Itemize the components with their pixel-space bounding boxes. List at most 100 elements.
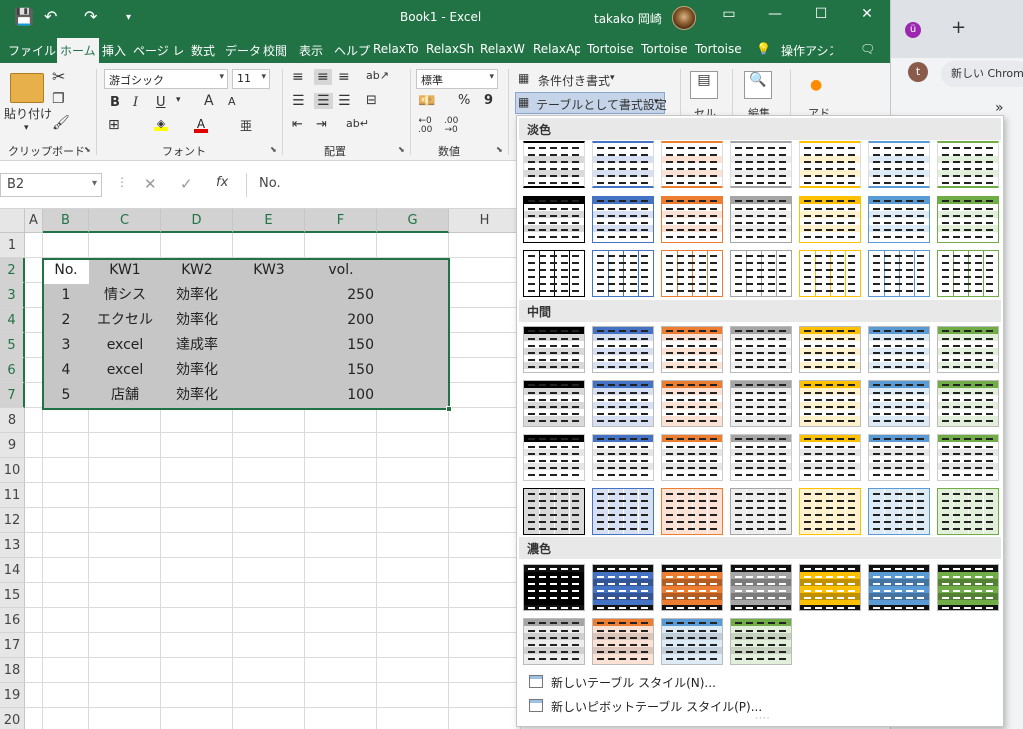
table-style-swatch[interactable] bbox=[730, 488, 792, 535]
tab-formulas[interactable]: 数式 bbox=[191, 42, 215, 59]
increase-decimal-icon[interactable]: ←0.00 bbox=[418, 117, 432, 135]
row-header-12[interactable]: 12 bbox=[0, 508, 25, 533]
align-bottom-icon[interactable]: ≡ bbox=[338, 69, 350, 85]
table-style-swatch[interactable] bbox=[523, 564, 585, 611]
tab-tortoise-1[interactable]: Tortoise bbox=[587, 42, 635, 56]
new-table-style-menu-item[interactable]: 新しいテーブル スタイル(N)... bbox=[521, 671, 991, 693]
profile-avatar[interactable]: t bbox=[908, 62, 928, 82]
conditional-formatting-icon[interactable]: ▦ bbox=[518, 71, 529, 85]
table-style-swatch[interactable] bbox=[799, 141, 861, 188]
format-as-table-button[interactable]: ▦ テーブルとして書式設定 ▾ bbox=[515, 92, 667, 114]
number-format-select[interactable]: 標準 bbox=[416, 69, 498, 89]
row-header-20[interactable]: 20 bbox=[0, 708, 25, 729]
phonetic-icon[interactable]: 亜 bbox=[240, 117, 252, 134]
new-tab-plus-icon[interactable]: + bbox=[951, 17, 966, 38]
user-name[interactable]: takako 岡崎 bbox=[594, 10, 662, 27]
table-style-swatch[interactable] bbox=[730, 434, 792, 481]
decrease-font-icon[interactable]: A bbox=[228, 95, 236, 108]
user-avatar[interactable] bbox=[672, 6, 696, 30]
tab-home[interactable]: ホーム bbox=[57, 38, 99, 63]
table-style-swatch[interactable] bbox=[661, 326, 723, 373]
table-style-swatch[interactable] bbox=[868, 196, 930, 243]
table-style-swatch[interactable] bbox=[592, 196, 654, 243]
table-style-swatch[interactable] bbox=[868, 250, 930, 297]
row-header-17[interactable]: 17 bbox=[0, 633, 25, 658]
table-style-swatch[interactable] bbox=[868, 380, 930, 427]
paste-clipboard-icon[interactable] bbox=[10, 73, 44, 103]
lightbulb-icon[interactable]: 💡 bbox=[756, 42, 771, 56]
select-all-corner[interactable] bbox=[0, 209, 25, 233]
table-style-swatch[interactable] bbox=[592, 141, 654, 188]
align-center-icon[interactable]: ☰ bbox=[314, 93, 333, 109]
table-style-swatch[interactable] bbox=[592, 326, 654, 373]
minimize-button[interactable]: — bbox=[760, 6, 790, 22]
table-style-swatch[interactable] bbox=[592, 380, 654, 427]
table-style-swatch[interactable] bbox=[592, 434, 654, 481]
name-box[interactable]: B2 bbox=[0, 173, 102, 197]
table-style-swatch[interactable] bbox=[868, 141, 930, 188]
decrease-indent-icon[interactable]: ⇤ bbox=[292, 117, 303, 132]
table-style-swatch[interactable] bbox=[937, 141, 999, 188]
table-style-swatch[interactable] bbox=[730, 618, 792, 665]
editing-search-icon[interactable]: 🔍 bbox=[744, 71, 772, 99]
tab-view[interactable]: 表示 bbox=[299, 42, 323, 59]
table-style-swatch[interactable] bbox=[661, 196, 723, 243]
table-style-swatch[interactable] bbox=[937, 488, 999, 535]
row-header-18[interactable]: 18 bbox=[0, 658, 25, 683]
tab-relaxto[interactable]: RelaxTo bbox=[373, 42, 420, 56]
table-style-swatch[interactable] bbox=[592, 618, 654, 665]
table-style-swatch[interactable] bbox=[799, 488, 861, 535]
table-style-swatch[interactable] bbox=[523, 250, 585, 297]
paste-dropdown-icon[interactable]: ▾ bbox=[24, 123, 29, 133]
row-header-11[interactable]: 11 bbox=[0, 483, 25, 508]
table-style-swatch[interactable] bbox=[730, 250, 792, 297]
column-header-a[interactable]: A bbox=[25, 209, 43, 233]
tab-tell-me[interactable]: 操作アシス bbox=[781, 42, 833, 59]
tab-relaxsh[interactable]: RelaxSh bbox=[426, 42, 474, 56]
resize-grip-icon[interactable]: ···· bbox=[755, 714, 770, 724]
save-icon[interactable]: 💾 bbox=[14, 7, 34, 26]
font-size-select[interactable]: 11 bbox=[232, 69, 270, 89]
table-style-swatch[interactable] bbox=[661, 250, 723, 297]
orientation-icon[interactable]: ab↗ bbox=[366, 69, 389, 82]
bold-button[interactable]: B bbox=[110, 95, 120, 110]
increase-font-icon[interactable]: A bbox=[204, 93, 214, 109]
table-style-swatch[interactable] bbox=[523, 380, 585, 427]
row-header-14[interactable]: 14 bbox=[0, 558, 25, 583]
merge-center-icon[interactable]: ⊟ bbox=[366, 93, 377, 108]
row-header-15[interactable]: 15 bbox=[0, 583, 25, 608]
redo-icon[interactable]: ↷ bbox=[84, 7, 97, 26]
cut-icon[interactable]: ✂ bbox=[52, 67, 65, 86]
number-launcher-icon[interactable]: ⬊ bbox=[496, 145, 503, 154]
table-style-swatch[interactable] bbox=[661, 618, 723, 665]
extension-icon[interactable]: ü bbox=[905, 22, 921, 38]
row-header-10[interactable]: 10 bbox=[0, 458, 25, 483]
ribbon-display-icon[interactable]: ▭ bbox=[714, 6, 744, 22]
enter-entry-icon[interactable]: ✓ bbox=[180, 175, 193, 193]
table-style-swatch[interactable] bbox=[661, 488, 723, 535]
table-style-swatch[interactable] bbox=[799, 564, 861, 611]
table-style-swatch[interactable] bbox=[661, 380, 723, 427]
table-style-swatch[interactable] bbox=[868, 326, 930, 373]
underline-dropdown-icon[interactable]: ▾ bbox=[176, 95, 181, 105]
wrap-text-icon[interactable]: ab↵ bbox=[346, 117, 369, 130]
tab-insert[interactable]: 挿入 bbox=[102, 42, 126, 59]
table-style-swatch[interactable] bbox=[937, 196, 999, 243]
row-header-13[interactable]: 13 bbox=[0, 533, 25, 558]
tab-file[interactable]: ファイル bbox=[8, 42, 56, 59]
align-top-icon[interactable]: ≡ bbox=[292, 69, 304, 85]
align-left-icon[interactable]: ☰ bbox=[292, 93, 305, 109]
tab-tortoise-3[interactable]: Tortoise bbox=[695, 42, 743, 56]
column-header-f[interactable]: F bbox=[305, 209, 377, 233]
clipboard-launcher-icon[interactable]: ⬊ bbox=[84, 145, 91, 154]
table-style-swatch[interactable] bbox=[730, 326, 792, 373]
row-header-8[interactable]: 8 bbox=[0, 408, 25, 433]
close-button[interactable]: ✕ bbox=[852, 6, 882, 22]
alignment-launcher-icon[interactable]: ⬊ bbox=[398, 145, 405, 154]
customize-qa-icon[interactable]: ▾ bbox=[126, 12, 131, 23]
table-style-swatch[interactable] bbox=[799, 196, 861, 243]
maximize-button[interactable]: ☐ bbox=[806, 6, 836, 22]
format-painter-icon[interactable]: 🖌 bbox=[52, 115, 70, 131]
table-style-swatch[interactable] bbox=[937, 434, 999, 481]
conditional-dropdown-icon[interactable]: ▾ bbox=[610, 73, 615, 83]
